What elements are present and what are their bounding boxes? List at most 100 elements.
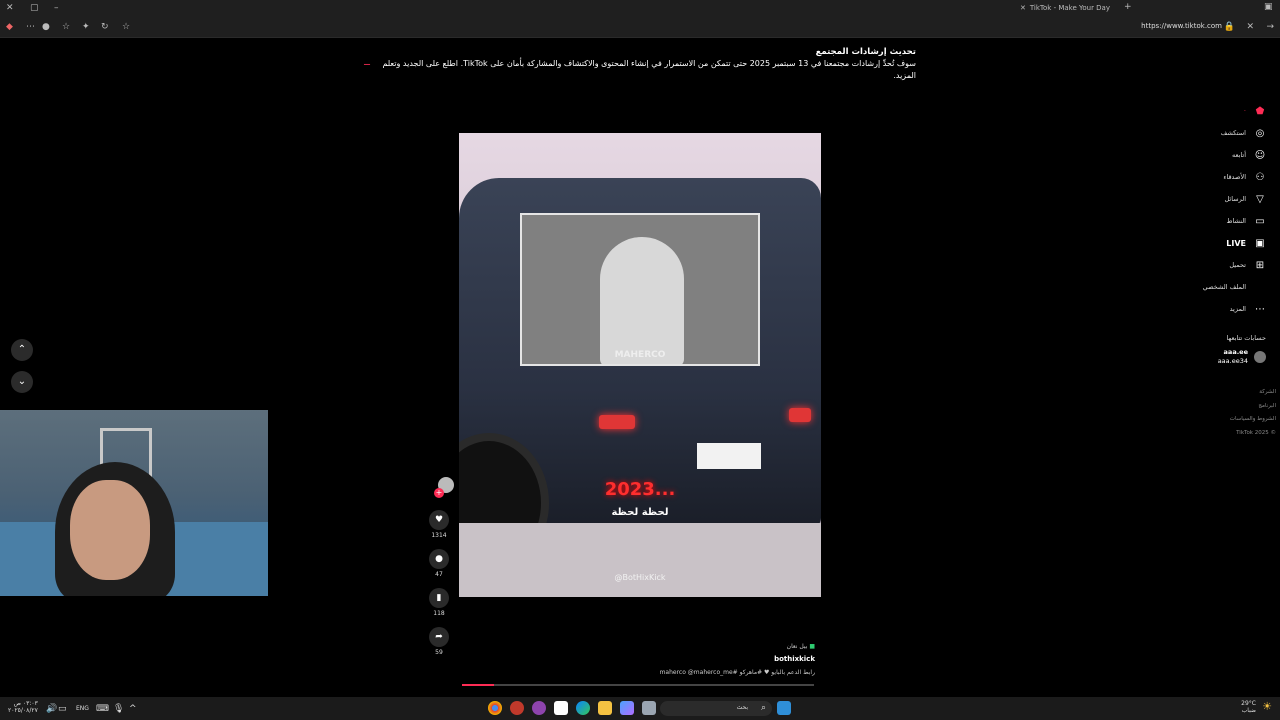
tray-chevron-icon[interactable]: ^ [129,704,137,714]
extensions-icon[interactable]: ✦ [82,22,90,32]
bookmark-button[interactable]: ▮ [429,588,449,608]
sidebar-item-foryou[interactable]: ⬟ · [1146,100,1266,122]
calendar-app-icon[interactable] [554,701,568,715]
comment-button[interactable]: ● [429,549,449,569]
tab-title: TikTok - Make Your Day [1029,4,1110,12]
sidebar-item-profile[interactable]: الملف الشخصي [1146,276,1266,298]
chrome-app-icon[interactable] [488,701,502,715]
tab-tiktok[interactable]: ✕ TikTok - Make Your Day [1020,2,1150,14]
sidebar-item-label: الملف الشخصي [1202,283,1246,291]
weather-desc: ضباب [1241,707,1256,714]
like-button[interactable]: ♥ [429,510,449,530]
sidebar-item-label: أتابعه [1231,151,1246,159]
start-button-icon[interactable] [777,701,791,715]
guidelines-banner: تحديث إرشادات المجتمع سوف تُحدِّ إرشادات… [364,46,916,82]
minimize-icon[interactable]: – [54,3,59,13]
license-plate [697,443,761,469]
music-name: بيل نعان [786,643,808,650]
forward-icon[interactable]: → [1266,22,1274,32]
clock-time: ٠٣:٠٣ ص [13,700,38,707]
volume-icon[interactable]: 🔊 [46,704,57,714]
sidebar-item-live[interactable]: ▣ LIVE [1146,232,1266,254]
embedded-stream: MAHERCO [520,213,760,366]
weather-icon: ☀ [1262,700,1272,713]
sidebar-item-more[interactable]: ⋯ المزيد [1146,298,1266,320]
refresh-icon[interactable]: ↻ [101,22,109,32]
sidebar-item-activity[interactable]: ▭ النشاط [1146,210,1266,232]
tab-close-icon[interactable]: ✕ [1020,4,1026,12]
video-player[interactable]: MAHERCO 2023... لحظة لحظة @BotHixKick [459,133,821,597]
video-caption: لحظة لحظة [611,507,669,518]
music-label[interactable]: ■ بيل نعان [640,640,815,653]
follow-plus-icon[interactable]: + [434,488,444,498]
video-description: رابط الدعم بالبايو ♥ #ماهركو #maherco @m… [659,669,815,676]
send-icon: ▽ [1256,193,1264,205]
sidebar-item-messages[interactable]: ▽ الرسائل [1146,188,1266,210]
favorites-icon[interactable]: ☆ [62,22,70,32]
comment-count: 47 [435,571,443,578]
floor [459,523,821,597]
author-name[interactable]: bothixkick [640,653,815,666]
action-column: ♥ 1314 ● 47 ▮ 118 ➦ 59 [428,510,450,666]
keyboard-icon[interactable]: ⌨ [96,704,109,714]
copilot-app-icon[interactable] [620,701,634,715]
sidebar-item-label: الأصدقاء [1223,173,1246,181]
streamer-face [70,480,150,580]
close-window-icon[interactable]: ✕ [6,3,14,13]
sidebar-item-label: · [1243,107,1246,115]
bookmark-star-icon[interactable]: ☆ [122,22,130,32]
like-count: 1314 [431,532,447,539]
clock[interactable]: ٠٣:٠٣ ص ٢٠٢٥/٠٨/٢٧ [8,700,38,714]
next-video-button[interactable]: ⌄ [11,371,33,393]
sidebar-item-label: LIVE [1226,238,1246,248]
menu-dots-icon[interactable]: ⋯ [26,22,35,32]
upload-icon: ⊞ [1255,259,1265,271]
sidebar-item-explore[interactable]: ◎ استكشف [1146,122,1266,144]
video-overlay-year: 2023... [604,479,676,500]
footer-link[interactable]: الشركة [1230,386,1276,400]
address-bar: ◆ ⋯ ● ☆ ✦ ↻ ☆ https://www.tiktok.com 🔒 ✕… [0,16,1280,38]
app-icon[interactable] [510,701,524,715]
previous-video-button[interactable]: ⌃ [11,339,33,361]
mic-icon[interactable]: 🎙 [113,704,124,714]
taskbar: ٠٣:٠٣ ص ٢٠٢٥/٠٨/٢٧ 🔊 ▭ ENG ⌨ 🎙 ^ بحث ⌕ 2… [0,697,1280,720]
footer-link[interactable]: الشروط والسياسات [1230,413,1276,427]
taskbar-search[interactable]: بحث ⌕ [660,701,772,716]
language-indicator[interactable]: ENG [76,705,89,712]
search-placeholder: بحث [736,704,748,711]
tab-actions-icon[interactable]: ▣ [1264,2,1273,12]
app-icon[interactable] [532,701,546,715]
edge-app-icon[interactable] [576,701,590,715]
sidebar-item-label: النشاط [1226,217,1246,225]
banner-close-icon[interactable]: ━━ [364,59,370,71]
following-account[interactable]: aaa.ee aaa.ee34 [1146,348,1266,366]
file-explorer-icon[interactable] [598,701,612,715]
bookmark-icon: ▮ [436,593,442,603]
heart-icon: ♥ [434,515,444,525]
video-progress[interactable] [462,684,814,686]
banner-title: تحديث إرشادات المجتمع [815,47,916,57]
more-icon: ⋯ [1255,303,1265,315]
stream-logo: MAHERCO [614,350,666,360]
banner-body[interactable]: سوف تُحدِّ إرشادات مجتمعنا في 13 سبتمبر … [370,58,916,82]
sidebar-item-upload[interactable]: ⊞ تحميل [1146,254,1266,276]
share-button[interactable]: ➦ [429,627,449,647]
network-icon[interactable]: ▭ [58,704,67,714]
sidebar-item-label: تحميل [1229,261,1246,269]
message-icon: ▭ [1255,215,1265,227]
weather-widget[interactable]: 29°C ضباب [1241,700,1256,714]
compass-icon: ◎ [1255,127,1265,139]
restore-icon[interactable]: ▢ [30,3,39,13]
url-field[interactable]: https://www.tiktok.com [1141,22,1222,30]
account-handle: aaa.ee34 [1217,357,1248,365]
profile-icon[interactable]: ● [42,22,50,32]
home-icon: ⬟ [1255,105,1265,117]
search-icon: ⌕ [760,703,766,713]
sidebar-item-friends[interactable]: ⚇ الأصدقاء [1146,166,1266,188]
close-icon[interactable]: ✕ [1246,22,1254,32]
footer-link[interactable]: البرنامج [1230,400,1276,414]
sidebar-item-following[interactable]: ☺ أتابعه [1146,144,1266,166]
comment-icon: ● [435,554,443,564]
chevron-down-icon: ⌄ [17,376,27,387]
task-view-icon[interactable] [642,701,656,715]
